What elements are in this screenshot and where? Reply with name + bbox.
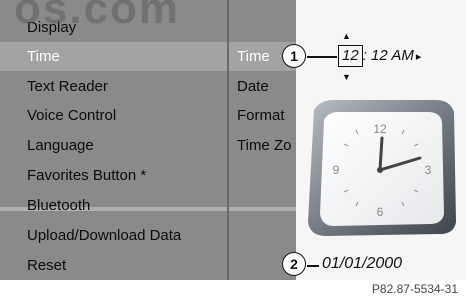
clock-center — [377, 167, 383, 173]
menu-item-reset[interactable]: Reset — [0, 251, 228, 280]
next-field-arrow-icon[interactable]: ▸ — [416, 51, 422, 63]
menu-item-favorites-button[interactable]: Favorites Button * — [0, 161, 228, 190]
hour-field[interactable]: 12 — [338, 45, 363, 67]
menu-item-upload-download-data[interactable]: Upload/Download Data — [0, 221, 228, 250]
callout-1: 1 — [282, 44, 306, 68]
time-value: 12: 12 AM ▸ — [338, 45, 421, 67]
analog-clock-icon: 12 3 6 9 — [308, 100, 456, 236]
time-rest: : 12 AM — [362, 47, 414, 64]
numeral-12: 12 — [373, 122, 387, 136]
submenu-item-format[interactable]: Format — [229, 101, 303, 130]
callout-2: 2 — [282, 252, 306, 276]
settings-menu: Display Time Text Reader Voice Control L… — [0, 0, 228, 280]
submenu-item-date[interactable]: Date — [229, 72, 303, 101]
menu-item-bluetooth[interactable]: Bluetooth — [0, 191, 228, 220]
menu-item-language[interactable]: Language — [0, 131, 228, 160]
watermark: os.com — [14, 0, 181, 33]
callout-1-leader — [307, 56, 337, 58]
menu-item-text-reader[interactable]: Text Reader — [0, 72, 228, 101]
hour-up-arrow-icon[interactable]: ▲ — [342, 32, 351, 41]
figure-code: P82.87-5534-31 — [371, 282, 458, 296]
numeral-6: 6 — [377, 205, 384, 219]
date-value: 01/01/2000 — [322, 255, 403, 272]
hour-down-arrow-icon[interactable]: ▼ — [342, 73, 351, 82]
time-submenu: Time Date Format Time Zo — [229, 0, 303, 280]
menu-item-voice-control[interactable]: Voice Control — [0, 101, 228, 130]
submenu-item-time-zone[interactable]: Time Zo — [229, 131, 303, 160]
callout-2-leader — [307, 265, 319, 267]
numeral-3: 3 — [425, 163, 432, 177]
hour-hand — [378, 136, 384, 172]
numeral-9: 9 — [333, 163, 340, 177]
menu-item-time[interactable]: Time — [0, 42, 228, 71]
head-unit-screen: Display Time Text Reader Voice Control L… — [0, 0, 466, 280]
